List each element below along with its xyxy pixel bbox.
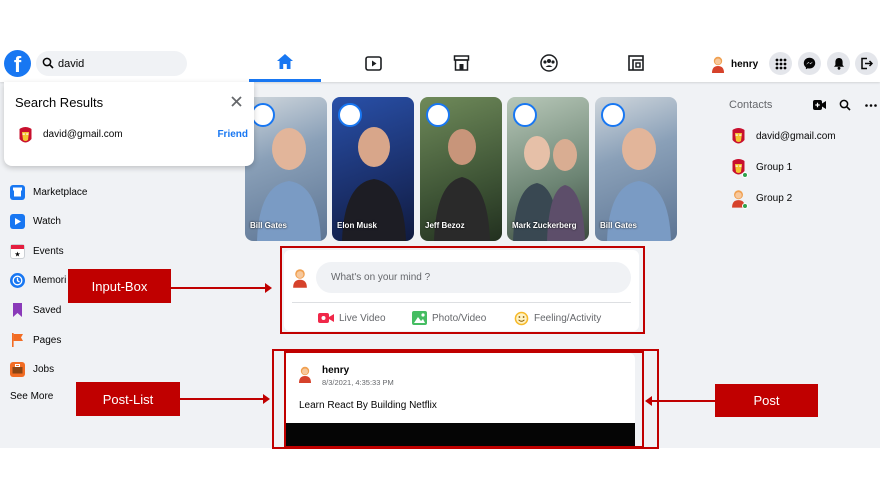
story-name: Jeff Bezoz — [425, 221, 465, 230]
contacts-title: Contacts — [729, 99, 773, 111]
sidebar-item-label: Marketplace — [33, 186, 88, 198]
video-call-icon[interactable] — [813, 100, 826, 110]
input-box-label: Input-Box — [68, 269, 171, 303]
ironman-avatar-icon — [19, 127, 32, 143]
story-card[interactable]: Bill Gates — [245, 97, 327, 241]
story-avatar — [338, 103, 362, 127]
contact-item[interactable]: Group 1 — [731, 157, 792, 177]
flag-icon — [10, 333, 25, 348]
tab-groups[interactable] — [513, 44, 585, 82]
contact-name: david@gmail.com — [756, 130, 836, 142]
calendar-icon: ★ — [10, 243, 25, 259]
logout-button[interactable] — [855, 52, 878, 75]
marketplace-icon — [10, 184, 25, 200]
ironman-avatar-icon — [732, 127, 745, 143]
input-box-arrow — [171, 283, 272, 293]
online-status-dot — [742, 172, 748, 178]
notifications-button[interactable] — [827, 52, 850, 75]
story-name: Bill Gates — [250, 221, 287, 230]
top-header: f henry — [0, 44, 880, 82]
close-icon — [230, 95, 242, 107]
story-avatar — [601, 103, 625, 127]
post-list-label: Post-List — [76, 382, 180, 416]
contact-item[interactable]: Group 2 — [731, 188, 792, 208]
sidebar-item-watch[interactable]: Watch — [10, 211, 61, 231]
post-label: Post — [715, 384, 818, 417]
story-avatar — [251, 103, 275, 127]
search-result-item[interactable]: david@gmail.com Friend — [12, 123, 248, 149]
groups-icon — [540, 54, 558, 72]
user-avatar-icon — [712, 56, 724, 73]
story-card[interactable]: Bill Gates — [595, 97, 677, 241]
contact-name: Group 1 — [756, 161, 793, 173]
profile-name: henry — [731, 58, 759, 70]
facebook-logo-icon[interactable]: f — [4, 50, 31, 77]
online-status-dot — [742, 203, 748, 209]
search-input[interactable] — [58, 54, 178, 73]
input-box-highlight — [280, 246, 645, 334]
grid-menu-icon — [775, 58, 786, 69]
bell-icon — [833, 58, 844, 70]
sidebar-item-label: Watch — [33, 215, 61, 227]
sidebar-item-marketplace[interactable]: Marketplace — [10, 182, 87, 202]
tab-marketplace[interactable] — [425, 44, 497, 82]
sidebar-item-events[interactable]: ★ Events — [10, 241, 64, 261]
bookmark-icon — [10, 303, 25, 318]
contact-name: Group 2 — [756, 192, 793, 204]
close-search-button[interactable] — [227, 92, 245, 110]
post-list-arrow — [180, 394, 270, 404]
messenger-icon — [803, 57, 816, 70]
sidebar-item-jobs[interactable]: Jobs — [10, 359, 54, 379]
messenger-button[interactable] — [798, 52, 821, 75]
clock-icon — [10, 272, 25, 288]
story-avatar — [426, 103, 450, 127]
tab-watch[interactable] — [337, 44, 409, 82]
friend-link[interactable]: Friend — [217, 129, 248, 140]
marketplace-icon — [453, 55, 469, 71]
story-card[interactable]: Jeff Bezoz — [420, 97, 502, 241]
watch-icon — [364, 55, 382, 71]
story-name: Bill Gates — [600, 221, 637, 230]
profile-chip[interactable]: henry — [711, 54, 758, 74]
story-card[interactable]: Mark Zuckerberg — [507, 97, 589, 241]
sidebar-item-label: Events — [33, 245, 64, 257]
menu-button[interactable] — [769, 52, 792, 75]
sidebar-item-memories[interactable]: Memori — [10, 270, 66, 290]
gaming-icon — [628, 55, 644, 71]
logout-icon — [861, 57, 873, 70]
search-results-title: Search Results — [15, 95, 104, 110]
see-more-link[interactable]: See More — [10, 386, 53, 406]
post-highlight — [284, 351, 644, 448]
svg-text:★: ★ — [14, 250, 20, 258]
home-icon — [277, 54, 293, 69]
sidebar-item-label: Saved — [33, 304, 62, 316]
search-results-panel: Search Results david@gmail.com Friend — [4, 82, 254, 166]
sidebar-item-saved[interactable]: Saved — [10, 300, 61, 320]
sidebar-item-label: Pages — [33, 334, 62, 346]
sidebar-item-pages[interactable]: Pages — [10, 330, 61, 350]
search-bar[interactable] — [36, 51, 187, 76]
story-card[interactable]: Elon Musk — [332, 97, 414, 241]
briefcase-icon — [10, 361, 25, 377]
post-arrow — [645, 396, 715, 406]
story-avatar — [513, 103, 537, 127]
search-icon — [42, 57, 54, 69]
watch-icon — [10, 213, 25, 229]
search-result-email: david@gmail.com — [43, 129, 123, 140]
more-options-icon[interactable] — [865, 104, 877, 107]
contact-item[interactable]: david@gmail.com — [731, 126, 836, 146]
sidebar-item-label: Jobs — [33, 363, 55, 375]
story-name: Elon Musk — [337, 221, 378, 230]
tab-gaming[interactable] — [600, 44, 672, 82]
story-name: Mark Zuckerberg — [512, 221, 577, 230]
search-icon[interactable] — [839, 99, 851, 111]
sidebar-item-label: Memori — [33, 274, 67, 286]
tab-home[interactable] — [249, 44, 321, 82]
